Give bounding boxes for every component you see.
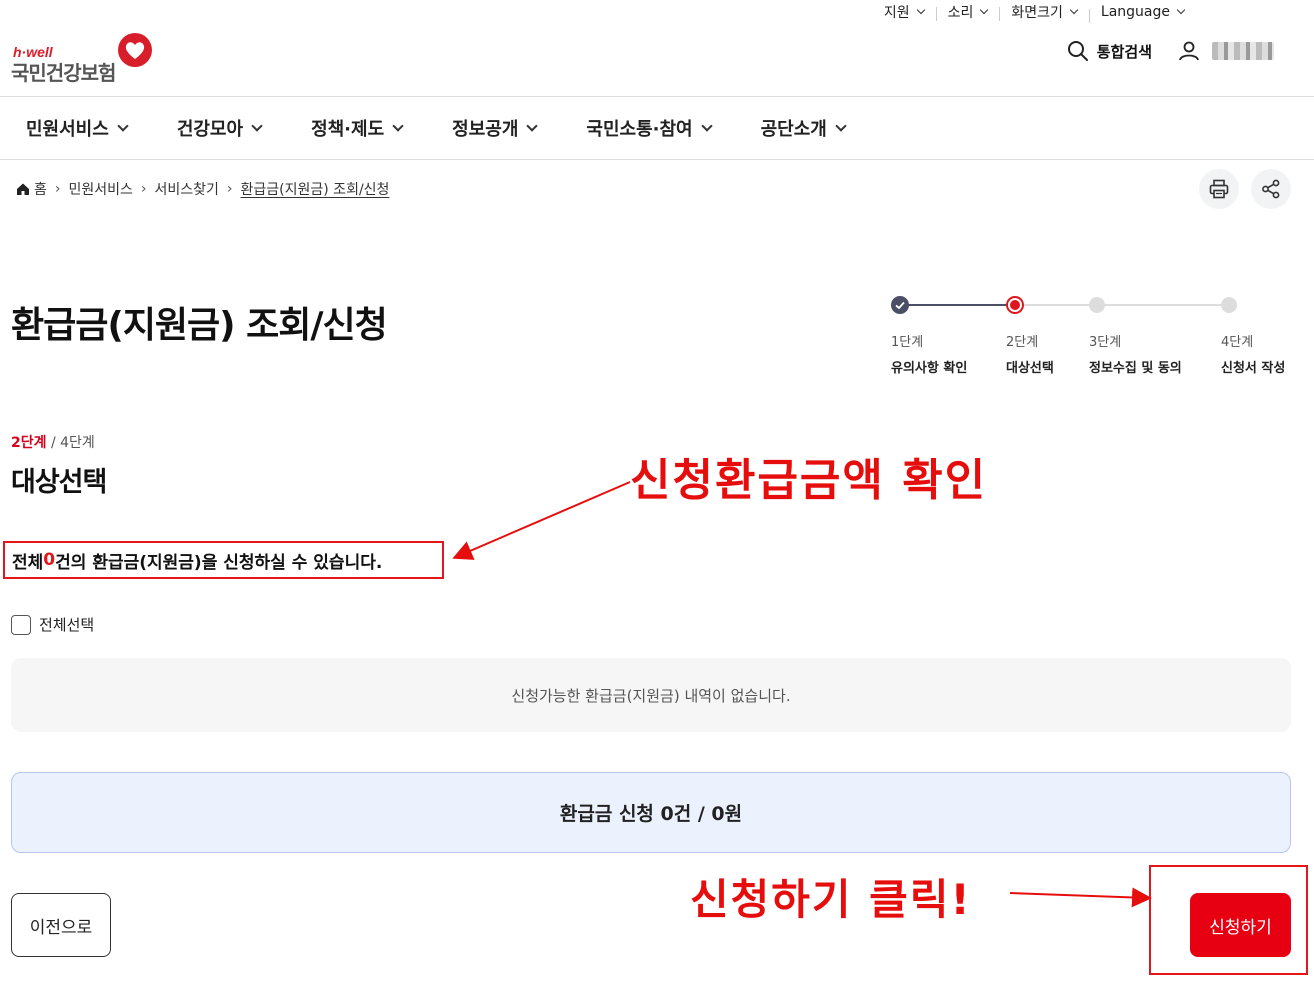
step-done-icon: [891, 296, 909, 314]
stepper-line-todo: [1024, 304, 1230, 306]
chevron-down-icon: [1069, 5, 1079, 15]
select-all-label: 전체선택: [39, 616, 95, 634]
annotation-click-apply: 신청하기 클릭!: [690, 875, 972, 924]
breadcrumb-item[interactable]: 서비스찾기: [155, 179, 219, 199]
step-todo-icon: [1089, 297, 1105, 313]
step-current-icon: [1006, 296, 1024, 314]
progress-stepper: 1단계 유의사항 확인 2단계 대상선택 3단계 정보수집 및 동의 4단계 신…: [890, 295, 1300, 385]
empty-message: 신청가능한 환급금(지원금) 내역이 없습니다.: [511, 686, 791, 705]
share-icon: [1262, 179, 1280, 199]
nav-item-disclosure[interactable]: 정보공개: [452, 115, 539, 141]
check-icon: [895, 301, 905, 310]
util-sound-menu[interactable]: 소리: [935, 2, 1000, 22]
chevron-down-icon: [835, 120, 847, 132]
annotation-check-amount: 신청환급금액 확인: [630, 455, 988, 506]
utility-bar: 지원 소리 화면크기 Language: [872, 0, 1314, 24]
util-support-label: 지원: [883, 5, 910, 21]
step-1-number: 1단계: [891, 335, 924, 350]
breadcrumb-home-label: 홈: [34, 182, 47, 198]
step-4-label: 신청서 작성: [1221, 361, 1286, 376]
printer-icon: [1209, 179, 1229, 199]
breadcrumb-item[interactable]: 민원서비스: [69, 179, 133, 199]
chevron-down-icon: [1176, 5, 1186, 15]
nav-item-about[interactable]: 공단소개: [760, 115, 847, 141]
chevron-right-icon: ›: [226, 181, 233, 197]
summary-count: 0: [43, 550, 56, 570]
step-1-label: 유의사항 확인: [891, 361, 968, 376]
nav-item-health[interactable]: 건강모아: [176, 115, 263, 141]
step-title: 대상선택: [11, 467, 107, 498]
apply-button[interactable]: 신청하기: [1190, 893, 1291, 957]
page-title: 환급금(지원금) 조회/신청: [11, 305, 388, 346]
chevron-down-icon: [392, 120, 404, 132]
arrow-to-apply: [1009, 887, 1152, 908]
chevron-down-icon: [251, 120, 263, 132]
search-button[interactable]: 통합검색: [1067, 40, 1152, 62]
nav-item-label: 국민소통·참여: [586, 119, 693, 140]
nav-item-label: 공단소개: [760, 119, 827, 140]
arrow-to-summary: [452, 481, 631, 560]
share-button[interactable]: [1251, 169, 1291, 209]
refund-total-text: 환급금 신청 0건 / 0원: [559, 803, 743, 825]
nav-item-label: 정책·제도: [311, 119, 385, 140]
util-language-menu[interactable]: Language: [1088, 4, 1314, 23]
step-indicator: 2단계 / 4단계: [11, 432, 95, 452]
nav-item-civil-service[interactable]: 민원서비스: [26, 115, 129, 141]
step-3-label: 정보수집 및 동의: [1089, 361, 1182, 376]
nav-item-label: 건강모아: [176, 119, 244, 140]
logo-org-name: 국민건강보험: [11, 61, 116, 85]
stepper-line-done: [908, 304, 1016, 306]
user-name-blurred: [1212, 42, 1274, 60]
select-all-row[interactable]: 전체선택: [11, 614, 94, 635]
step-4-number: 4단계: [1221, 335, 1254, 350]
util-support-menu[interactable]: 지원: [872, 2, 936, 22]
refund-summary: 전체 0 건의 환급금(지원금)을 신청하실 수 있습니다.: [3, 541, 444, 579]
nav-item-participation[interactable]: 국민소통·참여: [586, 115, 713, 141]
search-label: 통합검색: [1096, 42, 1152, 61]
nav-divider: [0, 159, 1314, 160]
step-3-number: 3단계: [1089, 335, 1122, 350]
site-logo[interactable]: h·well 국민건강보험: [11, 32, 156, 85]
chevron-down-icon: [526, 120, 539, 132]
breadcrumb-current[interactable]: 환급금(지원금) 조회/신청: [241, 179, 390, 199]
select-all-checkbox[interactable]: [11, 614, 31, 635]
nav-item-label: 정보공개: [452, 119, 519, 140]
search-icon: [1067, 41, 1088, 61]
print-button[interactable]: [1199, 169, 1239, 209]
header-actions: 통합검색: [1067, 40, 1274, 62]
home-icon: [17, 183, 29, 195]
chevron-right-icon: ›: [54, 181, 61, 197]
prev-button[interactable]: 이전으로: [11, 893, 111, 957]
chevron-down-icon: [700, 120, 713, 132]
chevron-down-icon: [117, 120, 129, 132]
breadcrumb-home[interactable]: 홈: [16, 179, 47, 199]
nav-item-policy[interactable]: 정책·제도: [311, 115, 404, 141]
user-menu[interactable]: [1178, 40, 1274, 62]
util-language-label: Language: [1100, 4, 1170, 20]
step-2-label: 대상선택: [1006, 361, 1054, 376]
summary-prefix: 전체: [12, 552, 44, 573]
refund-list-empty: 신청가능한 환급금(지원금) 내역이 없습니다.: [11, 658, 1291, 732]
chevron-right-icon: ›: [140, 181, 147, 197]
util-sound-label: 소리: [947, 5, 974, 21]
nav-item-label: 민원서비스: [26, 119, 109, 140]
util-screen-size-label: 화면크기: [1011, 5, 1063, 21]
step-indicator-current: 2단계: [11, 435, 47, 451]
util-screen-size-menu[interactable]: 화면크기: [999, 2, 1089, 22]
breadcrumb: 홈 › 민원서비스 › 서비스찾기 › 환급금(지원금) 조회/신청: [16, 179, 389, 199]
heart-logo-icon: [118, 33, 152, 67]
step-todo-icon: [1221, 297, 1237, 313]
user-icon: [1179, 41, 1199, 61]
chevron-down-icon: [980, 5, 989, 15]
summary-suffix: 건의 환급금(지원금)을 신청하실 수 있습니다.: [55, 552, 383, 573]
step-2-number: 2단계: [1006, 335, 1039, 350]
main-nav: 민원서비스 건강모아 정책·제도 정보공개 국민소통·참여 공단소개: [0, 97, 1314, 159]
chevron-down-icon: [916, 5, 925, 15]
step-indicator-total: / 4단계: [50, 435, 95, 451]
refund-total-box: 환급금 신청 0건 / 0원: [11, 772, 1291, 853]
